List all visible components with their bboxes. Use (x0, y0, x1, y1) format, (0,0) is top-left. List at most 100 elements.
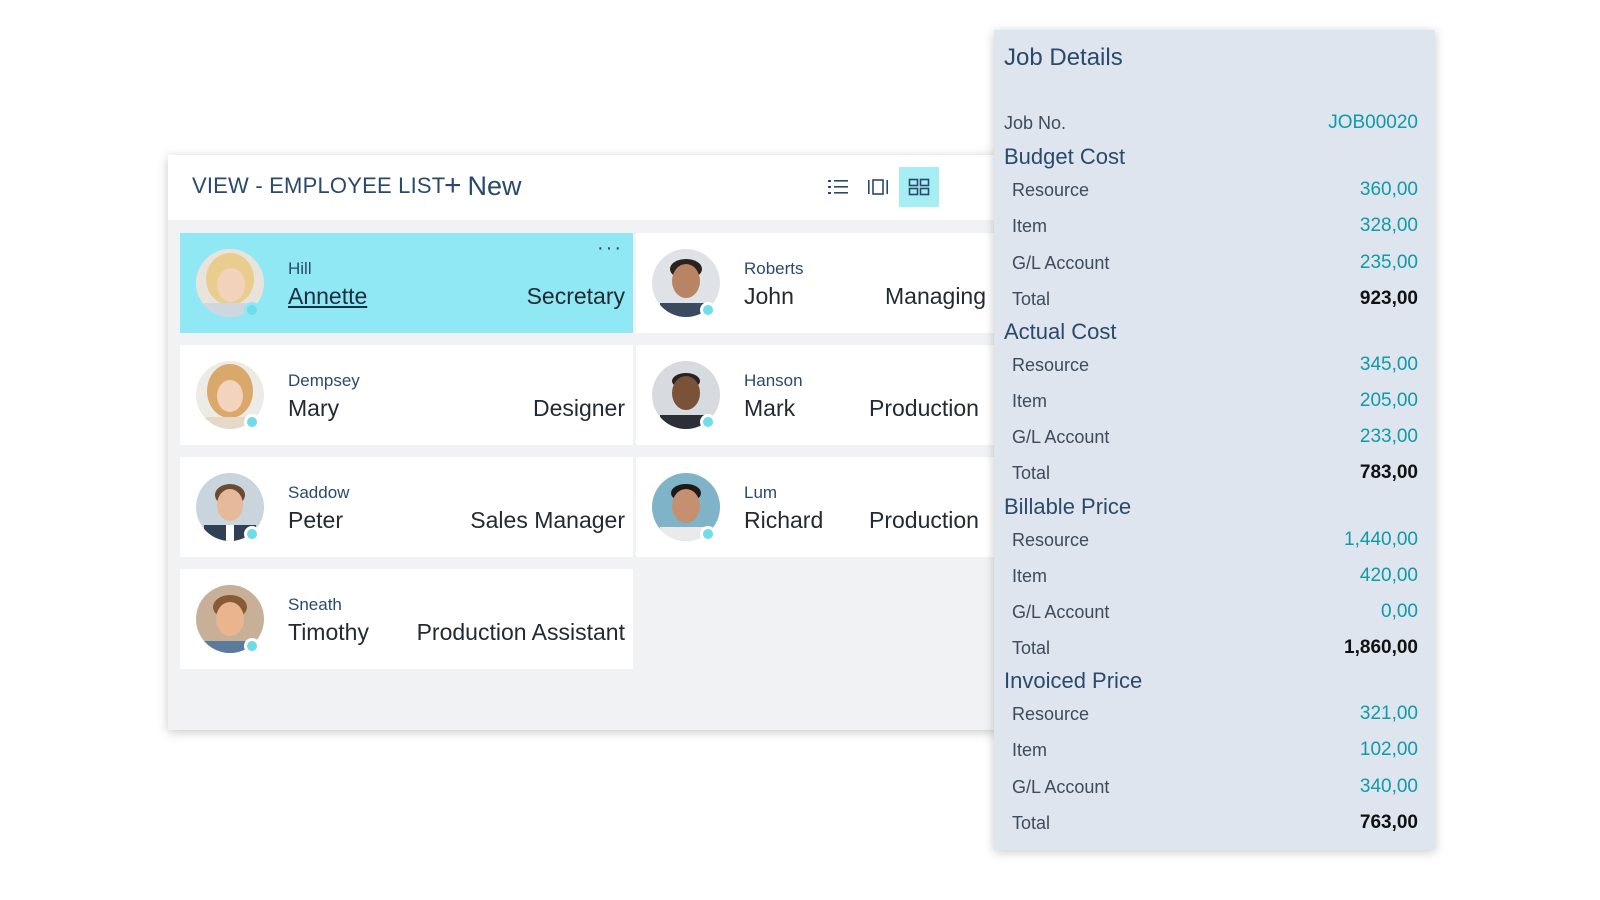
row-value[interactable]: 360,00 (1360, 179, 1418, 201)
section-heading: Billable Price (1004, 494, 1132, 519)
employee-list-window: VIEW - EMPLOYEE LIST + New Hill Annette … (168, 155, 1036, 730)
row-value[interactable]: 235,00 (1360, 252, 1418, 274)
section-heading: Invoiced Price (1004, 668, 1143, 693)
row-label: G/L Account (1012, 426, 1110, 447)
employee-firstname-link[interactable]: Timothy (288, 619, 369, 646)
total-row: Total 763,00 (1004, 808, 1418, 838)
row-label: G/L Account (1012, 776, 1110, 797)
row-label: Total (1012, 637, 1051, 658)
row-label: Item (1012, 739, 1048, 760)
employee-jobtitle: Sales Manager (470, 507, 625, 533)
detail-row: Resource 360,00 (1004, 175, 1418, 205)
row-value: 1,860,00 (1344, 637, 1418, 658)
tiles-icon (908, 178, 930, 196)
row-label: Item (1012, 390, 1048, 411)
status-indicator (700, 414, 716, 430)
total-row: Total 783,00 (1004, 458, 1418, 488)
employee-jobtitle: Production (869, 395, 979, 421)
row-value[interactable]: 233,00 (1360, 426, 1418, 448)
employee-card[interactable]: Sneath Timothy Production Assistant (180, 569, 633, 669)
tiles-view-toggle[interactable] (899, 167, 939, 207)
employee-card[interactable]: Roberts John Managing (636, 233, 1036, 333)
row-value[interactable]: 328,00 (1360, 215, 1418, 237)
list-icon (828, 180, 848, 194)
row-label: Total (1012, 812, 1051, 833)
employee-jobtitle: Designer (532, 395, 625, 421)
new-button-label: New (467, 170, 522, 201)
row-value[interactable]: 340,00 (1360, 776, 1418, 798)
employee-firstname-link[interactable]: Richard (744, 507, 823, 534)
employee-lastname: Lum (744, 483, 778, 502)
row-value[interactable]: 345,00 (1360, 354, 1418, 376)
status-indicator (244, 526, 260, 542)
detail-row: Resource 345,00 (1004, 350, 1418, 380)
row-label: Total (1012, 288, 1051, 309)
detail-row: G/L Account 235,00 (1004, 248, 1418, 278)
status-indicator (700, 302, 716, 318)
detail-row: Resource 321,00 (1004, 699, 1418, 729)
employee-jobtitle: Managing (885, 283, 987, 309)
new-button[interactable]: + New (444, 169, 522, 203)
plus-icon: + (444, 169, 462, 202)
employee-jobtitle: Production (869, 507, 979, 533)
row-value[interactable]: 1,440,00 (1344, 529, 1418, 551)
status-indicator (700, 526, 716, 542)
detail-row: Item 328,00 (1004, 211, 1418, 241)
employee-firstname-link[interactable]: John (744, 283, 794, 310)
row-label: Item (1012, 215, 1048, 236)
section-heading: Budget Cost (1004, 144, 1126, 169)
detail-row: G/L Account 233,00 (1004, 422, 1418, 452)
row-value: 783,00 (1359, 462, 1418, 483)
more-options-icon[interactable]: ··· (597, 237, 623, 260)
row-value[interactable]: 0,00 (1381, 601, 1418, 623)
employee-lastname: Hanson (744, 371, 803, 390)
row-label: Resource (1012, 703, 1090, 724)
employee-jobtitle: Secretary (526, 283, 625, 309)
page-title: VIEW - EMPLOYEE LIST (192, 173, 446, 198)
row-value: 763,00 (1359, 812, 1418, 833)
row-value[interactable]: 321,00 (1360, 703, 1418, 725)
employee-card[interactable]: Hill Annette Secretary ··· (180, 233, 633, 333)
detail-row: Item 205,00 (1004, 386, 1418, 416)
job-no-label: Job No. (1004, 112, 1067, 133)
employee-firstname-link[interactable]: Mark (744, 395, 795, 422)
detail-row: Resource 1,440,00 (1004, 525, 1418, 555)
total-row: Total 1,860,00 (1004, 633, 1418, 663)
employee-jobtitle: Production Assistant (416, 619, 625, 645)
row-value[interactable]: 102,00 (1360, 739, 1418, 761)
list-view-toggle[interactable] (818, 167, 858, 207)
employee-lastname: Dempsey (288, 371, 360, 390)
row-label: Resource (1012, 179, 1090, 200)
status-indicator (244, 302, 260, 318)
list-header: VIEW - EMPLOYEE LIST + New (168, 155, 1000, 220)
row-label: G/L Account (1012, 601, 1110, 622)
employee-lastname: Roberts (744, 259, 804, 278)
total-row: Total 923,00 (1004, 284, 1418, 314)
status-indicator (244, 638, 260, 654)
employee-card[interactable]: Saddow Peter Sales Manager (180, 457, 633, 557)
row-label: G/L Account (1012, 252, 1110, 273)
row-value[interactable]: 420,00 (1360, 565, 1418, 587)
row-label: Item (1012, 565, 1048, 586)
employee-card[interactable]: Lum Richard Production (636, 457, 1036, 557)
employee-firstname-link[interactable]: Peter (288, 507, 343, 534)
row-label: Resource (1012, 529, 1090, 550)
job-details-factbox: Job Details Job No. JOB00020 Budget Cost… (994, 30, 1435, 850)
row-value: 923,00 (1359, 288, 1418, 309)
job-no-value[interactable]: JOB00020 (1328, 112, 1418, 134)
employee-firstname-link[interactable]: Mary (288, 395, 339, 422)
employee-lastname: Saddow (288, 483, 350, 502)
employee-lastname: Sneath (288, 595, 342, 614)
status-indicator (244, 414, 260, 430)
factbox-title: Job Details (1004, 44, 1123, 71)
detail-row: G/L Account 340,00 (1004, 772, 1418, 802)
employee-card[interactable]: Hanson Mark Production (636, 345, 1036, 445)
row-value[interactable]: 205,00 (1360, 390, 1418, 412)
employee-lastname: Hill (288, 259, 312, 278)
employee-card[interactable]: Dempsey Mary Designer (180, 345, 633, 445)
tall-tiles-view-toggle[interactable] (858, 167, 898, 207)
employee-firstname-link[interactable]: Annette (288, 283, 367, 310)
section-heading: Actual Cost (1004, 319, 1117, 344)
detail-row: G/L Account 0,00 (1004, 597, 1418, 627)
row-label: Total (1012, 462, 1051, 483)
